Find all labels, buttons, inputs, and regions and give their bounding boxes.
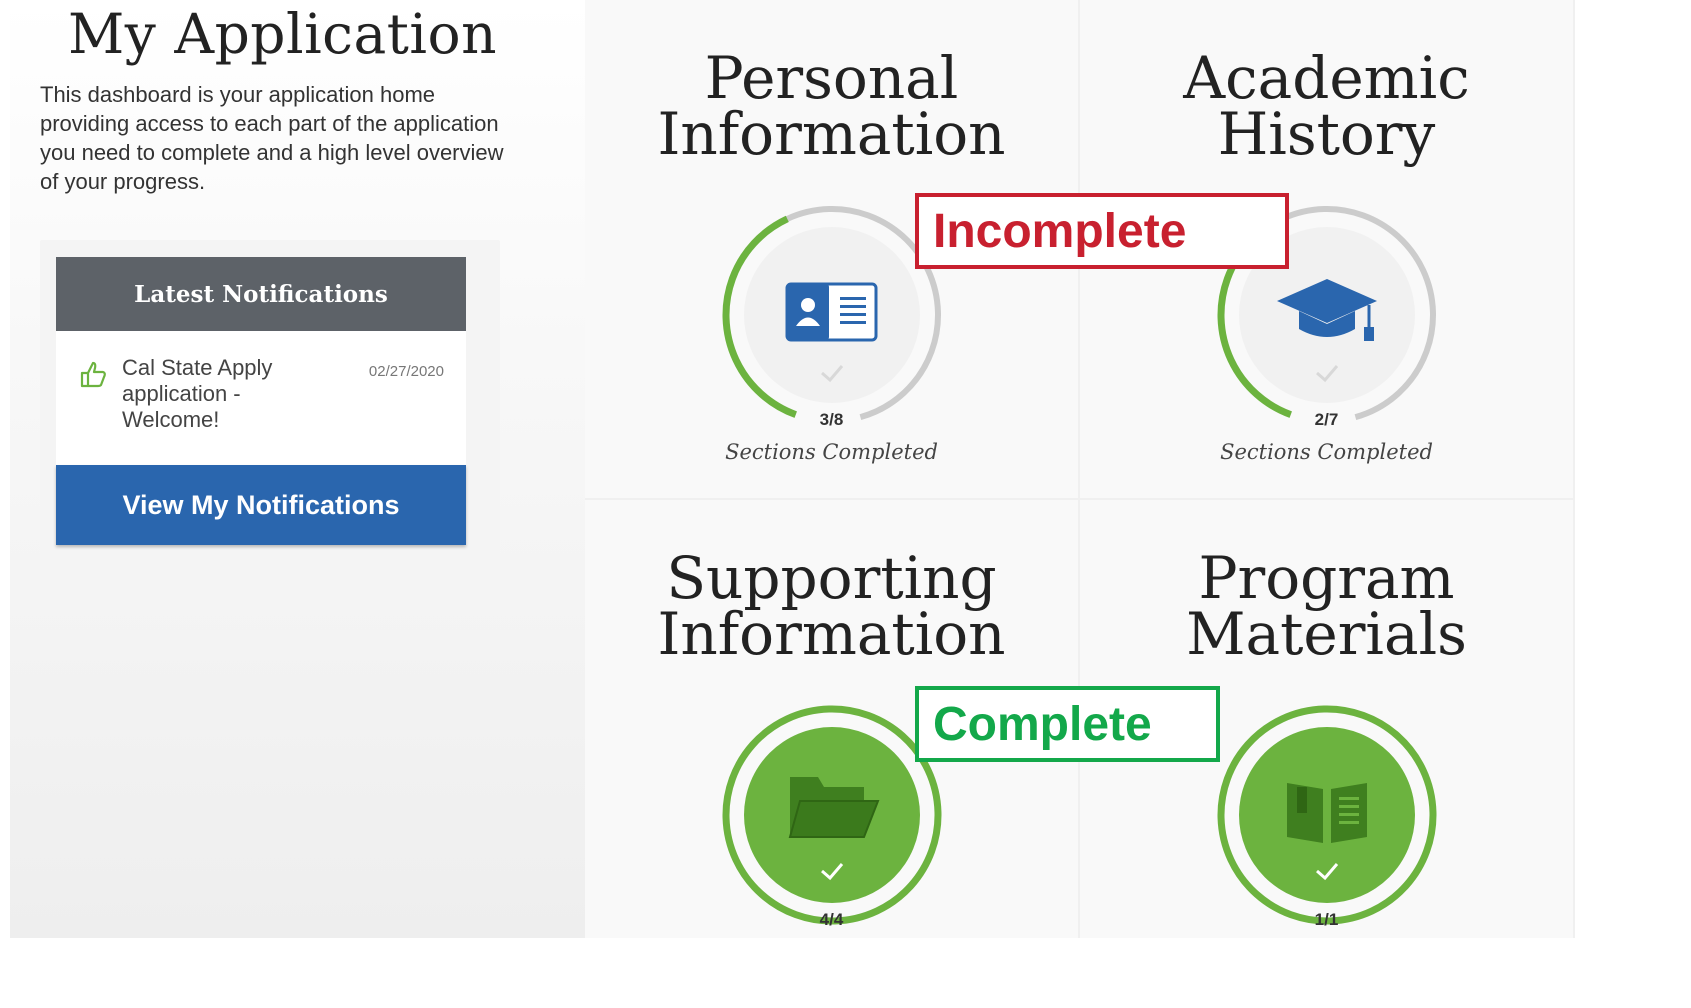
notifications-header: Latest Notifications <box>56 257 466 331</box>
page-title: My Application <box>67 2 497 66</box>
notification-item[interactable]: Cal State Apply application - Welcome! 0… <box>56 331 466 465</box>
page-intro: This dashboard is your application home … <box>40 82 504 194</box>
sections-count: 4/4 <box>819 910 844 929</box>
sections-count: 1/1 <box>1314 910 1339 929</box>
id-card-icon <box>785 282 878 342</box>
sections-label: Sections Completed <box>725 440 938 464</box>
notification-date: 02/27/2020 <box>368 363 444 380</box>
progress-grid: Personal Information 3/8 Sections Complet… <box>585 0 1575 1000</box>
tile-title: Personal Information <box>657 44 1006 168</box>
thumbs-up-icon <box>80 361 106 388</box>
complete-callout: Complete <box>915 686 1220 762</box>
incomplete-callout: Incomplete <box>915 193 1289 269</box>
sections-label: Sections Completed <box>1220 440 1433 464</box>
view-notifications-button[interactable]: View My Notifications <box>56 465 466 545</box>
bottom-strip <box>0 938 1691 1008</box>
tile-title: Supporting Information <box>657 544 1006 668</box>
progress-ring <box>1217 705 1437 925</box>
sections-count: 2/7 <box>1314 410 1339 429</box>
sections-count: 3/8 <box>819 410 844 429</box>
tile-title: Academic History <box>1183 44 1470 168</box>
notification-message[interactable]: Cal State Apply application - Welcome! <box>122 355 302 433</box>
tile-title: Program Materials <box>1186 544 1467 668</box>
